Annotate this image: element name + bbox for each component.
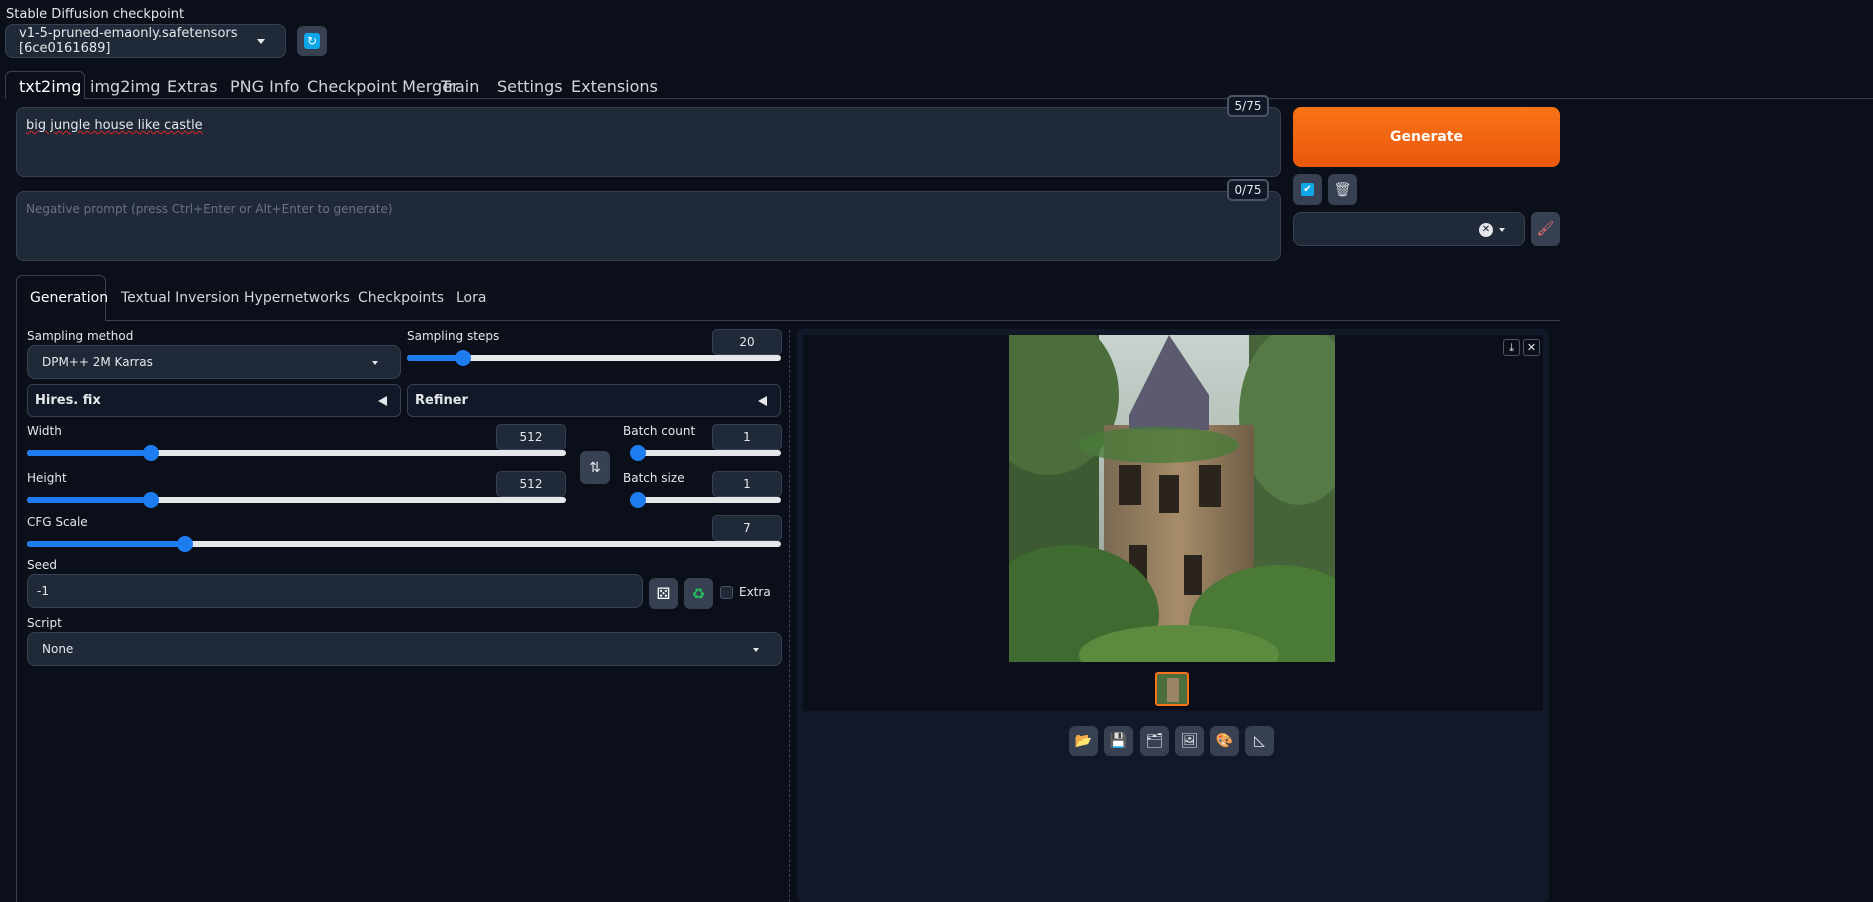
tab-hypernetworks[interactable]: Hypernetworks bbox=[244, 290, 350, 306]
refresh-checkpoint-button[interactable]: ↻ bbox=[297, 26, 327, 56]
swap-dimensions-button[interactable]: ⇅ bbox=[580, 451, 610, 484]
palette-icon: 🎨 bbox=[1215, 733, 1234, 749]
tab-checkpoint-merger[interactable]: Checkpoint Merger bbox=[307, 77, 459, 96]
batch-size-label: Batch size bbox=[623, 471, 685, 485]
chevron-down-icon bbox=[753, 648, 759, 652]
random-seed-button[interactable]: ⚄ bbox=[649, 578, 678, 609]
checkpoint-select[interactable]: v1-5-pruned-emaonly.safetensors [6ce0161… bbox=[5, 24, 286, 58]
cfg-scale-label: CFG Scale bbox=[27, 515, 88, 529]
batch-count-slider[interactable] bbox=[630, 437, 781, 467]
checkpoint-value: v1-5-pruned-emaonly.safetensors [6ce0161… bbox=[19, 26, 238, 56]
column-divider bbox=[789, 330, 790, 902]
tab-txt2img-label: txt2img bbox=[19, 77, 82, 96]
batch-count-label: Batch count bbox=[623, 424, 696, 438]
left-border bbox=[16, 320, 17, 902]
extra-checkbox[interactable] bbox=[720, 586, 733, 599]
apply-styles-button[interactable]: ✔ bbox=[1293, 174, 1322, 205]
image-icon: 🖼 bbox=[1180, 733, 1199, 749]
triangle-ruler-icon: ◺ bbox=[1254, 733, 1265, 749]
chevron-down-icon bbox=[1499, 228, 1505, 232]
dice-icon: ⚄ bbox=[656, 584, 671, 603]
tab-divider bbox=[85, 98, 1873, 99]
tab-extensions[interactable]: Extensions bbox=[571, 77, 658, 96]
hires-fix-label: Hires. fix bbox=[35, 393, 101, 408]
seed-input[interactable]: -1 bbox=[27, 574, 643, 608]
clear-icon[interactable]: ✕ bbox=[1479, 223, 1493, 237]
thumbnail-castle bbox=[1167, 678, 1179, 702]
save-icon: 💾 bbox=[1109, 733, 1128, 749]
script-value: None bbox=[42, 642, 74, 656]
generated-image[interactable] bbox=[1009, 335, 1335, 662]
hires-fix-accordion[interactable]: Hires. fix bbox=[27, 384, 401, 417]
recycle-icon: ♻ bbox=[691, 584, 706, 603]
gallery-thumbnail[interactable] bbox=[1155, 672, 1189, 706]
generate-button[interactable]: Generate bbox=[1293, 107, 1560, 167]
paintbrush-icon: 🖌 bbox=[1536, 221, 1555, 237]
refiner-label: Refiner bbox=[415, 393, 468, 408]
height-slider[interactable] bbox=[27, 484, 566, 514]
tab-train[interactable]: Train bbox=[441, 77, 479, 96]
refiner-accordion[interactable]: Refiner bbox=[407, 384, 781, 417]
tab-lora[interactable]: Lora bbox=[456, 290, 486, 306]
clear-prompt-button[interactable]: 🗑 bbox=[1328, 174, 1357, 205]
script-select[interactable]: None bbox=[27, 632, 782, 666]
collapse-arrow-icon bbox=[758, 396, 767, 406]
zip-button[interactable]: 🗂 bbox=[1140, 726, 1169, 756]
send-to-inpaint-button[interactable]: 🎨 bbox=[1210, 726, 1239, 756]
refresh-icon: ↻ bbox=[304, 33, 320, 49]
styles-dropdown[interactable]: ✕ bbox=[1293, 212, 1525, 246]
subtab-divider bbox=[106, 320, 1560, 321]
chevron-down-icon bbox=[257, 39, 265, 44]
sampling-steps-label: Sampling steps bbox=[407, 329, 500, 343]
reuse-seed-button[interactable]: ♻ bbox=[684, 578, 713, 609]
width-label: Width bbox=[27, 424, 62, 438]
prompt-text: big jungle house like castle bbox=[26, 118, 203, 133]
folder-icon: 📂 bbox=[1074, 733, 1093, 749]
send-to-img2img-button[interactable]: 🖼 bbox=[1175, 726, 1204, 756]
sampling-method-select[interactable]: DPM++ 2M Karras bbox=[27, 345, 401, 379]
extra-label: Extra bbox=[739, 585, 771, 599]
tab-png-info[interactable]: PNG Info bbox=[230, 77, 299, 96]
open-folder-button[interactable]: 📂 bbox=[1069, 726, 1098, 756]
close-icon[interactable]: ✕ bbox=[1523, 339, 1540, 356]
sampling-steps-slider[interactable] bbox=[407, 342, 781, 372]
seed-label: Seed bbox=[27, 558, 57, 572]
tab-checkpoints[interactable]: Checkpoints bbox=[358, 290, 444, 306]
collapse-arrow-icon bbox=[378, 396, 387, 406]
save-button[interactable]: 💾 bbox=[1104, 726, 1133, 756]
width-slider[interactable] bbox=[27, 437, 566, 467]
prompt-textarea[interactable]: big jungle house like castle bbox=[16, 107, 1281, 177]
tab-generation-label: Generation bbox=[30, 290, 109, 306]
tab-settings[interactable]: Settings bbox=[497, 77, 563, 96]
batch-size-slider[interactable] bbox=[630, 484, 781, 514]
prompt-token-counter: 5/75 bbox=[1227, 95, 1269, 117]
tab-textual-inversion[interactable]: Textual Inversion bbox=[121, 290, 239, 306]
negative-prompt-placeholder: Negative prompt (press Ctrl+Enter or Alt… bbox=[26, 202, 393, 216]
seed-value: -1 bbox=[37, 584, 49, 598]
edit-styles-button[interactable]: 🖌 bbox=[1531, 212, 1560, 246]
height-label: Height bbox=[27, 471, 67, 485]
sampling-method-label: Sampling method bbox=[27, 329, 134, 343]
castle-image bbox=[1009, 335, 1335, 662]
sampling-method-value: DPM++ 2M Karras bbox=[42, 355, 153, 369]
swap-arrows-icon: ⇅ bbox=[589, 459, 601, 476]
tab-extras[interactable]: Extras bbox=[167, 77, 218, 96]
negative-token-counter: 0/75 bbox=[1227, 179, 1269, 201]
chevron-down-icon bbox=[372, 361, 378, 365]
script-label: Script bbox=[27, 616, 62, 630]
send-to-extras-button[interactable]: ◺ bbox=[1245, 726, 1274, 756]
cfg-scale-slider[interactable] bbox=[27, 528, 781, 558]
checkbox-icon: ✔ bbox=[1301, 183, 1314, 196]
checkpoint-label: Stable Diffusion checkpoint bbox=[6, 7, 185, 22]
trash-icon: 🗑 bbox=[1333, 181, 1352, 198]
negative-prompt-textarea[interactable]: Negative prompt (press Ctrl+Enter or Alt… bbox=[16, 191, 1281, 261]
download-icon[interactable]: ⤓ bbox=[1503, 339, 1520, 356]
zip-icon: 🗂 bbox=[1145, 733, 1164, 749]
tab-img2img[interactable]: img2img bbox=[90, 77, 161, 96]
